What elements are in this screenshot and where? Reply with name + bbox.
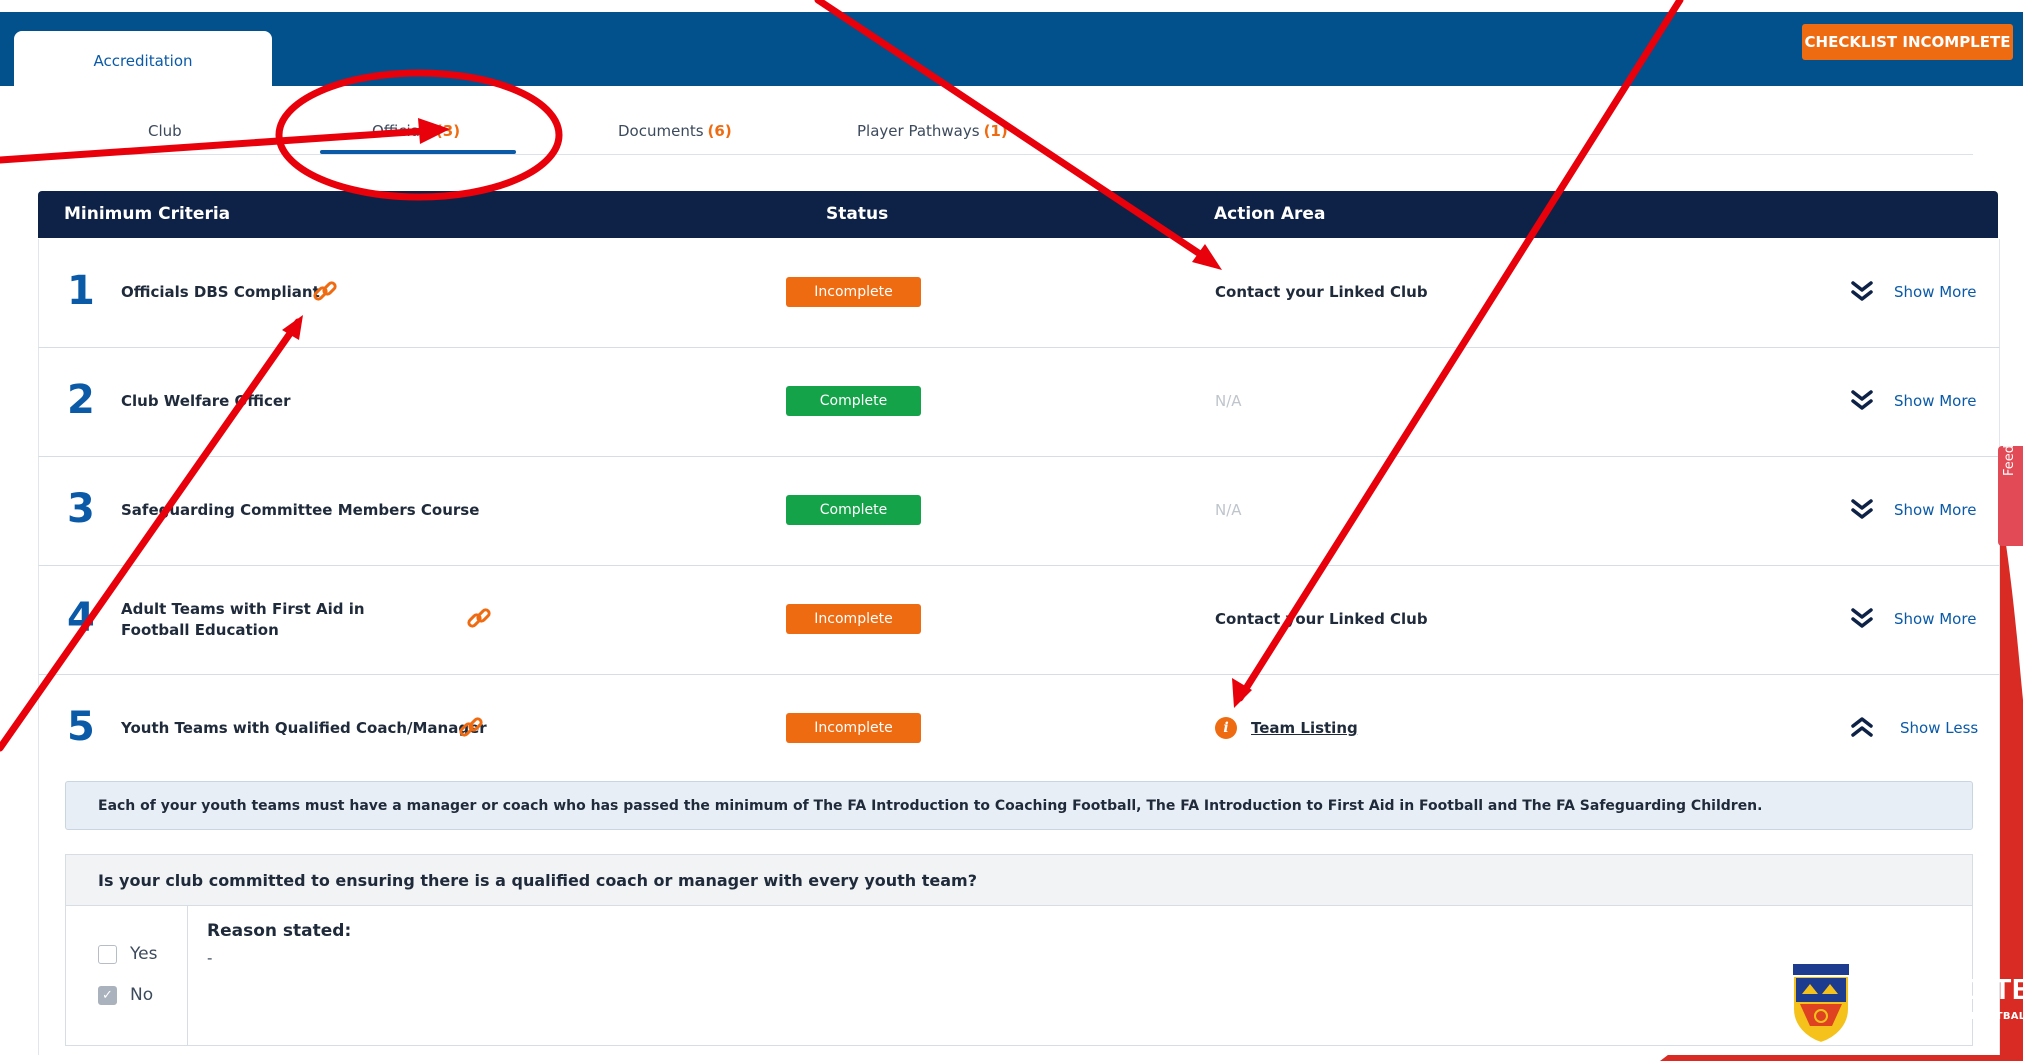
show-more-link[interactable]: Show More bbox=[1894, 501, 1976, 519]
criteria-description-text: Each of your youth teams must have a man… bbox=[98, 798, 1763, 814]
criteria-label: Youth Teams with Qualified Coach/Manager bbox=[121, 719, 487, 737]
feedback-label: Feedback bbox=[2002, 414, 2017, 476]
show-more-link[interactable]: Show More bbox=[1894, 283, 1976, 301]
show-less-link[interactable]: Show Less bbox=[1900, 719, 1978, 737]
checklist-status-badge: CHECKLIST INCOMPLETE bbox=[1802, 24, 2013, 60]
action-area-text: Contact your Linked Club bbox=[1215, 610, 1428, 628]
criteria-row-4: 4 Adult Teams with First Aid in Football… bbox=[38, 566, 2000, 675]
subtab-player-pathways-label: Player Pathways bbox=[857, 122, 980, 140]
row-number: 3 bbox=[67, 486, 95, 532]
option-no[interactable]: ✓ No bbox=[98, 985, 153, 1005]
subtab-player-pathways[interactable]: Player Pathways (1) bbox=[857, 122, 1008, 140]
staffordshire-fa-crest-icon bbox=[1792, 964, 1850, 1044]
active-tab-underline bbox=[320, 150, 516, 154]
chevron-double-down-icon[interactable] bbox=[1849, 496, 1875, 522]
row-number: 5 bbox=[67, 704, 95, 750]
row-number: 2 bbox=[67, 377, 95, 423]
row-number: 4 bbox=[67, 595, 95, 641]
subtab-officials-count: (3) bbox=[435, 122, 461, 140]
team-listing-link[interactable]: Team Listing bbox=[1251, 719, 1358, 737]
info-icon[interactable]: i bbox=[1215, 717, 1237, 739]
top-header-bar bbox=[0, 12, 2023, 86]
subtab-documents[interactable]: Documents (6) bbox=[618, 122, 732, 140]
tab-accreditation[interactable]: Accreditation bbox=[14, 31, 272, 91]
status-badge: Incomplete bbox=[786, 277, 921, 307]
criteria-row-1: 1 Officials DBS Compliant Incomplete Con… bbox=[38, 239, 2000, 348]
yes-checkbox[interactable] bbox=[98, 944, 117, 964]
column-status: Status bbox=[826, 204, 889, 224]
accredited-subtitle: PART OF ENGLAND FOOTBALL bbox=[1858, 1011, 2023, 1022]
link-icon[interactable] bbox=[457, 713, 485, 741]
action-area-text: N/A bbox=[1215, 392, 1242, 410]
action-area-text: N/A bbox=[1215, 501, 1242, 519]
criteria-label: Officials DBS Compliant bbox=[121, 283, 320, 301]
subtab-club-label: Club bbox=[148, 122, 182, 140]
status-badge: Incomplete bbox=[786, 713, 921, 743]
option-yes-label: Yes bbox=[130, 944, 158, 964]
answer-options: Yes ✓ No bbox=[66, 906, 188, 1045]
question-text: Is your club committed to ensuring there… bbox=[98, 871, 977, 890]
subtab-player-pathways-count: (1) bbox=[983, 122, 1008, 140]
link-icon[interactable] bbox=[465, 604, 493, 632]
option-no-label: No bbox=[130, 985, 154, 1005]
status-badge: Complete bbox=[786, 386, 921, 416]
criteria-label: Club Welfare Officer bbox=[121, 392, 291, 410]
column-minimum-criteria: Minimum Criteria bbox=[64, 204, 231, 224]
show-more-link[interactable]: Show More bbox=[1894, 610, 1976, 628]
subtab-club[interactable]: Club bbox=[148, 122, 182, 140]
link-icon[interactable] bbox=[311, 277, 339, 305]
subtab-documents-label: Documents bbox=[618, 122, 704, 140]
criteria-label: Adult Teams with First Aid in Football E… bbox=[121, 600, 365, 639]
chevron-double-down-icon[interactable] bbox=[1849, 605, 1875, 631]
column-action-area: Action Area bbox=[1214, 204, 1326, 224]
criteria-label: Safeguarding Committee Members Course bbox=[121, 501, 480, 519]
criteria-row-3: 3 Safeguarding Committee Members Course … bbox=[38, 457, 2000, 566]
subtab-officials[interactable]: Officials (3) bbox=[372, 122, 460, 140]
subtab-documents-count: (6) bbox=[707, 122, 732, 140]
status-badge: Incomplete bbox=[786, 604, 921, 634]
show-more-link[interactable]: Show More bbox=[1894, 392, 1976, 410]
accredited-badge: ACCREDITED PART OF ENGLAND FOOTBALL bbox=[1858, 974, 2023, 1023]
criteria-description: Each of your youth teams must have a man… bbox=[65, 781, 1973, 830]
question-header: Is your club committed to ensuring there… bbox=[66, 855, 1972, 906]
status-badge: Complete bbox=[786, 495, 921, 525]
criteria-table-header: Minimum Criteria Status Action Area bbox=[38, 191, 1998, 238]
chevron-double-up-icon[interactable] bbox=[1849, 714, 1875, 740]
option-yes[interactable]: Yes bbox=[98, 944, 157, 964]
action-area-text: Contact your Linked Club bbox=[1215, 283, 1428, 301]
commitment-question-box: Is your club committed to ensuring there… bbox=[65, 854, 1973, 1046]
criteria-row-2: 2 Club Welfare Officer Complete N/A Show… bbox=[38, 348, 2000, 457]
subtab-officials-label: Officials bbox=[372, 122, 432, 140]
reason-value: - bbox=[207, 949, 213, 967]
accredited-title: ACCREDITED bbox=[1858, 974, 2023, 1006]
reason-label: Reason stated: bbox=[207, 921, 352, 941]
row-number: 1 bbox=[67, 268, 95, 314]
feedback-tab[interactable]: Feedback bbox=[1998, 414, 2023, 546]
chevron-double-down-icon[interactable] bbox=[1849, 387, 1875, 413]
chevron-double-down-icon[interactable] bbox=[1849, 278, 1875, 304]
no-checkbox[interactable]: ✓ bbox=[98, 985, 117, 1005]
